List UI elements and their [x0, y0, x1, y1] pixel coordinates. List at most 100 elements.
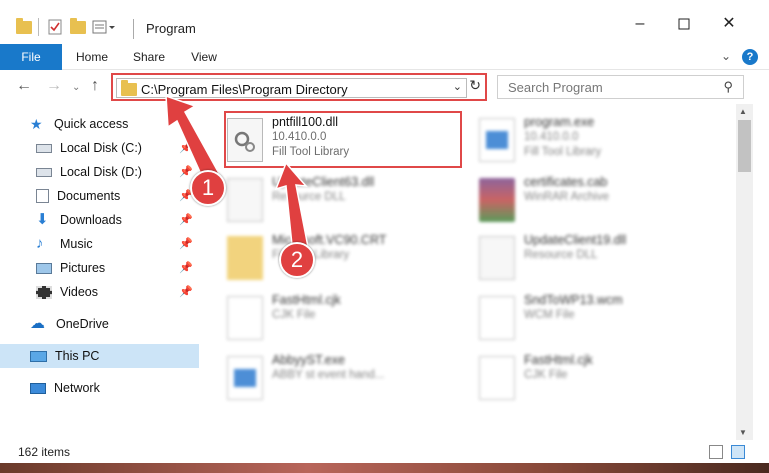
search-placeholder[interactable]: Search Program — [508, 80, 603, 95]
file-name: UpdateClient63.dll — [272, 175, 375, 189]
sidebar-item-music[interactable]: ♪ Music 📌 — [0, 232, 199, 256]
file-name: program.exe — [524, 115, 595, 129]
sidebar-item-label: Local Disk (C:) — [60, 141, 142, 155]
sidebar-item-label: This PC — [55, 349, 100, 363]
address-field[interactable]: C:\Program Files\Program Directory ⌄ — [116, 78, 467, 98]
sidebar-item-downloads[interactable]: ⬇ Downloads 📌 — [0, 208, 199, 232]
drive-icon — [36, 167, 52, 177]
file-item-updateclient19-dll[interactable]: UpdateClient19.dll Resource DLL — [479, 232, 719, 288]
sidebar-item-label: Quick access — [54, 117, 129, 131]
folder-icon — [227, 236, 263, 280]
scroll-up-icon[interactable]: ▲ — [739, 107, 747, 116]
navigation-bar: ← → ⌄ ↑ C:\Program Files\Program Directo… — [0, 71, 769, 104]
tab-share[interactable]: Share — [129, 44, 169, 70]
explorer-window: Program – ✕ File Home Share View ⌄ ? ← →… — [0, 0, 769, 473]
sidebar-item-quick-access[interactable]: ★ Quick access — [0, 112, 199, 136]
file-description: Fill Tool Library — [524, 146, 602, 158]
file-type: Resource DLL — [272, 191, 346, 203]
exe-file-icon — [479, 118, 515, 162]
tab-home[interactable]: Home — [72, 44, 112, 70]
music-icon: ♪ — [36, 235, 44, 252]
pictures-icon — [36, 262, 52, 274]
videos-icon — [36, 285, 52, 299]
address-dropdown-icon[interactable]: ⌄ — [453, 80, 462, 93]
tab-view[interactable]: View — [186, 44, 222, 70]
file-type: CJK File — [272, 309, 316, 321]
new-folder-icon[interactable] — [70, 17, 86, 37]
sidebar-item-local-disk-d[interactable]: Local Disk (D:) 📌 — [0, 160, 199, 184]
customize-toolbar-icon[interactable] — [92, 17, 118, 37]
sidebar-item-pictures[interactable]: Pictures 📌 — [0, 256, 199, 280]
network-icon — [30, 382, 46, 394]
sidebar-item-onedrive[interactable]: ☁ OneDrive — [0, 312, 199, 336]
pin-icon: 📌 — [179, 166, 193, 178]
sidebar-item-label: Pictures — [60, 261, 106, 275]
expand-ribbon-icon[interactable]: ⌄ — [721, 49, 731, 63]
desktop-background — [0, 463, 769, 473]
close-icon[interactable]: ✕ — [719, 14, 739, 34]
file-icon — [479, 356, 515, 400]
step-2-badge: 2 — [279, 242, 315, 278]
ribbon: File Home Share View ⌄ ? — [0, 44, 769, 70]
address-path[interactable]: C:\Program Files\Program Directory — [141, 82, 348, 97]
vertical-scrollbar[interactable]: ▲ ▼ — [736, 104, 753, 440]
help-icon[interactable]: ? — [742, 49, 758, 65]
pin-icon: 📌 — [179, 286, 193, 298]
archive-file-icon — [479, 178, 515, 222]
file-name: FastHtml.cjk — [524, 353, 593, 367]
scroll-down-icon[interactable]: ▼ — [739, 428, 747, 437]
scroll-thumb[interactable] — [738, 120, 751, 172]
details-view-icon[interactable] — [709, 445, 723, 459]
file-item-abbyyst-exe[interactable]: AbbyyST.exe ABBY st event hand... — [227, 352, 467, 408]
address-bar[interactable]: C:\Program Files\Program Directory ⌄ ↻ — [111, 73, 487, 101]
up-icon[interactable]: ↑ — [91, 77, 99, 95]
properties-icon[interactable] — [47, 17, 63, 37]
file-type: CJK File — [524, 369, 568, 381]
forward-icon[interactable]: → — [46, 77, 62, 95]
file-name: SndToWP13.wcm — [524, 293, 623, 307]
step-1-badge: 1 — [190, 170, 226, 206]
sidebar-item-documents[interactable]: Documents 📌 — [0, 184, 199, 208]
tab-file[interactable]: File — [0, 44, 62, 70]
pin-icon: 📌 — [179, 214, 193, 226]
sidebar-item-this-pc[interactable]: This PC — [0, 344, 199, 368]
file-name: UpdateClient19.dll — [524, 233, 627, 247]
dll-file-icon — [227, 178, 263, 222]
file-name: FastHtml.cjk — [272, 293, 341, 307]
large-icons-view-icon[interactable] — [731, 445, 745, 459]
title-bar: Program – ✕ — [0, 0, 769, 44]
file-item-microsoft-vc90-crt[interactable]: Microsoft.VC90.CRT Fill Tool Library — [227, 232, 467, 288]
recent-locations-icon[interactable]: ⌄ — [72, 82, 80, 93]
dll-file-icon — [479, 236, 515, 280]
file-type: Resource DLL — [524, 249, 598, 261]
back-icon[interactable]: ← — [16, 77, 32, 95]
title-separator — [133, 19, 134, 39]
pin-icon: 📌 — [179, 238, 193, 250]
file-item-updateclient63-dll[interactable]: UpdateClient63.dll Resource DLL — [227, 174, 467, 230]
sidebar-item-videos[interactable]: Videos 📌 — [0, 280, 199, 304]
file-name: certificates.cab — [524, 175, 608, 189]
refresh-icon[interactable]: ↻ — [469, 77, 481, 94]
sidebar-item-local-disk-c[interactable]: Local Disk (C:) 📌 — [0, 136, 199, 160]
highlight-box — [224, 111, 462, 168]
maximize-icon[interactable] — [674, 14, 694, 34]
search-icon[interactable]: ⚲ — [723, 79, 733, 95]
item-count: 162 items — [18, 445, 71, 459]
sidebar-item-label: Documents — [57, 189, 121, 203]
window-title: Program — [146, 21, 196, 36]
file-icon — [479, 296, 515, 340]
sidebar-item-network[interactable]: Network — [0, 376, 199, 400]
navigation-pane: ★ Quick access Local Disk (C:) 📌 Local D… — [0, 104, 200, 440]
file-item-sndtowp13-wcm[interactable]: SndToWP13.wcm WCM File — [479, 292, 719, 348]
search-box[interactable]: Search Program ⚲ — [497, 75, 744, 99]
minimize-icon[interactable]: – — [630, 14, 650, 34]
file-item-fasthtml-cjk-2[interactable]: FastHtml.cjk CJK File — [479, 352, 719, 408]
address-folder-icon — [121, 80, 137, 96]
cloud-icon: ☁ — [30, 315, 45, 332]
file-type: WCM File — [524, 309, 575, 321]
sidebar-item-label: Music — [60, 237, 93, 251]
file-item-fasthtml-cjk[interactable]: FastHtml.cjk CJK File — [227, 292, 467, 348]
file-item-program-exe[interactable]: program.exe 10.410.0.0 Fill Tool Library — [479, 114, 719, 170]
sidebar-item-label: Local Disk (D:) — [60, 165, 142, 179]
file-item-certificates-cab[interactable]: certificates.cab WinRAR Archive — [479, 174, 719, 230]
